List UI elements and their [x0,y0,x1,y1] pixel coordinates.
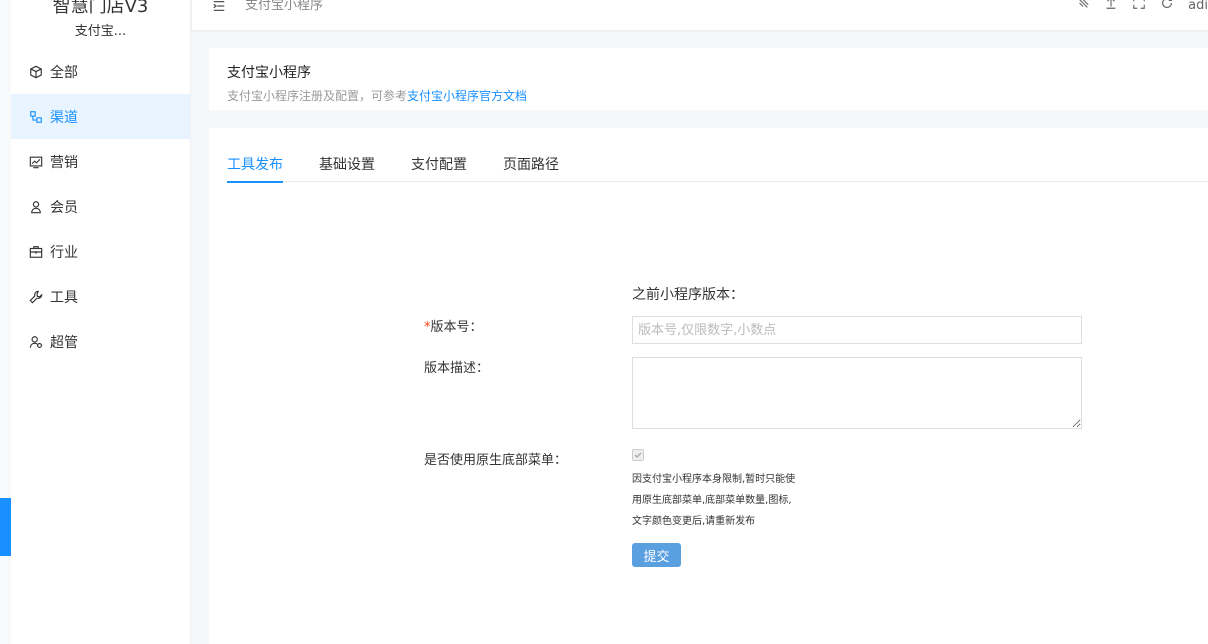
menu-toggle-icon[interactable] [212,0,226,12]
page-description-text: 支付宝小程序注册及配置，可参考 [227,89,408,103]
sidebar-item-label: 行业 [50,244,78,261]
native-menu-label: 是否使用原生底部菜单： [424,453,568,468]
briefcase-icon [29,245,43,259]
refresh-icon[interactable] [1160,0,1174,14]
main-card: 工具发布 基础设置 支付配置 页面路径 之前小程序版本： *版本号： 版本描述：… [209,128,1208,644]
sidebar-item-label: 工具 [50,289,78,306]
tab-payment-config[interactable]: 支付配置 [411,154,467,182]
sidebar-item-label: 超管 [50,334,78,351]
brand: 智慧门店V3 支付宝... [11,0,190,36]
version-desc-label: 版本描述： [424,361,490,376]
upload-icon[interactable] [1104,0,1118,14]
version-label-text: 版本号： [430,320,483,335]
brand-title: 智慧门店V3 [52,0,149,17]
chart-icon [29,155,43,169]
page-title: 支付宝小程序 [227,65,311,81]
sidebar-item-label: 渠道 [50,109,78,126]
clear-cache-icon[interactable] [1076,0,1090,14]
sidebar-menu: 全部 渠道 营销 会员 行业 工具 超管 [11,49,190,364]
native-menu-hint: 因支付宝小程序本身限制,暂时只能使 用原生底部菜单,底部菜单数量,图标, 文字颜… [632,469,822,532]
sidebar-item-label: 会员 [50,199,78,216]
cube-icon [29,65,43,79]
tab-basic-settings[interactable]: 基础设置 [319,154,375,182]
tab-tool-publish[interactable]: 工具发布 [227,154,283,183]
sidebar: 智慧门店V3 支付宝... 全部 渠道 营销 会员 行业 工具 超管 [11,0,191,644]
sidebar-item-marketing[interactable]: 营销 [11,139,190,184]
page-heading: 支付宝小程序 支付宝小程序注册及配置，可参考支付宝小程序官方文档 [209,48,1208,110]
tab-bar: 工具发布 基础设置 支付配置 页面路径 [227,154,1208,183]
official-docs-link[interactable]: 支付宝小程序官方文档 [407,89,527,103]
breadcrumb[interactable]: 支付宝小程序 [245,0,323,13]
user-name[interactable]: adi [1188,0,1208,13]
user-icon [29,200,43,214]
hint-line: 文字颜色变更后,请重新发布 [632,516,756,527]
check-icon [634,452,642,458]
header-tools: adi [1076,0,1208,14]
brand-subtitle: 支付宝... [74,24,127,36]
hint-line: 因支付宝小程序本身限制,暂时只能使 [632,474,796,485]
sidebar-item-channel[interactable]: 渠道 [11,94,190,139]
admin-icon [29,335,43,349]
previous-version-label: 之前小程序版本： [632,287,744,303]
page-description: 支付宝小程序注册及配置，可参考支付宝小程序官方文档 [227,87,1190,104]
hint-line: 用原生底部菜单,底部菜单数量,图标, [632,495,792,506]
fullscreen-icon[interactable] [1132,0,1146,14]
native-menu-checkbox[interactable] [632,449,644,461]
sidebar-item-label: 营销 [50,154,78,171]
sidebar-item-member[interactable]: 会员 [11,184,190,229]
sidebar-item-tools[interactable]: 工具 [11,274,190,319]
sidebar-item-all[interactable]: 全部 [11,49,190,94]
scroll-handle[interactable] [0,498,11,556]
top-header: 支付宝小程序 adi [192,0,1208,30]
sidebar-item-label: 全部 [50,64,78,81]
version-desc-textarea[interactable] [632,357,1082,429]
submit-button[interactable]: 提交 [632,543,681,567]
channel-icon [29,110,43,124]
sidebar-item-superadmin[interactable]: 超管 [11,319,190,364]
version-label: *版本号： [424,316,483,335]
version-input[interactable] [632,316,1082,344]
tab-page-path[interactable]: 页面路径 [503,154,559,182]
wrench-icon [29,290,43,304]
sidebar-item-industry[interactable]: 行业 [11,229,190,274]
